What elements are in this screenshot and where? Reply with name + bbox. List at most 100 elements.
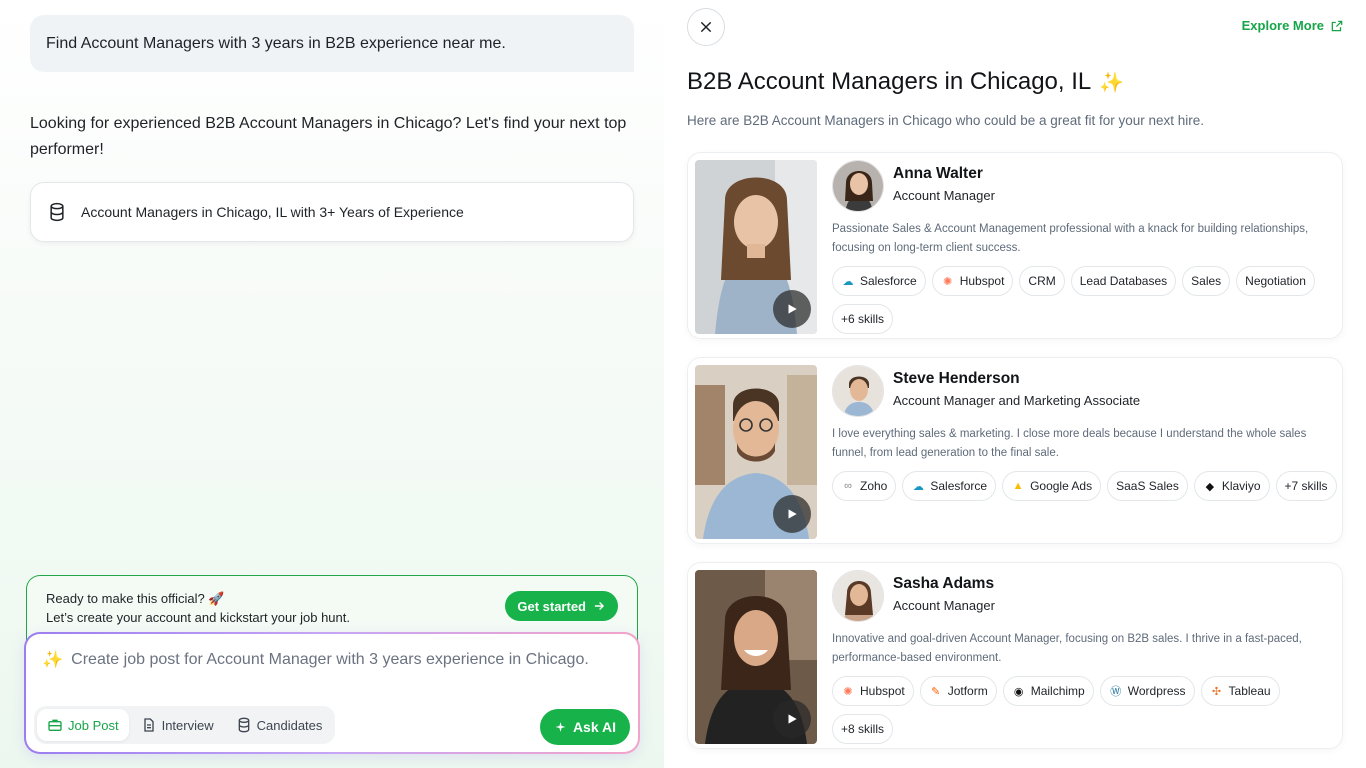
- more-skills-chip[interactable]: +7 skills: [1275, 471, 1337, 501]
- wordpress-icon: Ⓦ: [1110, 686, 1122, 698]
- klaviyo-icon: ◆: [1205, 480, 1215, 493]
- skill-chip[interactable]: ✺ Hubspot: [931, 266, 1014, 296]
- database-icon: [50, 202, 64, 222]
- more-skills-label: +8 skills: [841, 722, 885, 736]
- skill-label: Lead Databases: [1079, 274, 1168, 288]
- hubspot-icon: ✺: [943, 275, 953, 288]
- candidate-name[interactable]: Steve Henderson: [893, 370, 1020, 388]
- results-panel: Explore More B2B Account Managers in Chi…: [664, 0, 1366, 768]
- play-button[interactable]: [773, 290, 811, 328]
- salesforce-icon: ☁: [912, 480, 924, 493]
- skill-chip[interactable]: ☁ Salesforce: [832, 266, 926, 296]
- play-icon: [788, 714, 797, 724]
- skill-label: Hubspot: [959, 274, 1005, 288]
- skill-label: Mailchimp: [1030, 684, 1085, 698]
- prompt-input[interactable]: ✨ Create job post for Account Manager wi…: [42, 650, 622, 670]
- briefcase-icon: [48, 719, 62, 731]
- get-started-button[interactable]: Get started: [505, 591, 618, 621]
- get-started-label: Get started: [517, 598, 586, 614]
- salesforce-icon: ☁: [842, 275, 854, 288]
- skill-label: SaaS Sales: [1116, 479, 1179, 493]
- skill-chip[interactable]: ☁ Salesforce: [902, 471, 997, 501]
- prompt-composer: ✨ Create job post for Account Manager wi…: [24, 632, 640, 754]
- skill-label: Wordpress: [1127, 684, 1186, 698]
- candidate-bio: Innovative and goal-driven Account Manag…: [832, 633, 1302, 664]
- skill-label: Hubspot: [860, 684, 905, 698]
- tab-interview[interactable]: Interview: [131, 709, 224, 741]
- document-icon: [143, 718, 154, 732]
- sparkle-icon: [555, 721, 566, 732]
- tab-job-post[interactable]: Job Post: [37, 709, 129, 741]
- skill-chip[interactable]: Sales: [1182, 266, 1231, 296]
- skill-list: ☁ Salesforce ✺ Hubspot CRM Lead Databases …: [832, 266, 1337, 334]
- skill-chip[interactable]: ✺ Hubspot: [832, 676, 914, 706]
- skill-list: ✺ Hubspot ✎ Jotform ◉ Mailchimp Ⓦ Wordpress …: [832, 676, 1337, 744]
- skill-chip[interactable]: ◆ Klaviyo: [1193, 471, 1270, 501]
- candidate-name[interactable]: Anna Walter: [893, 165, 983, 183]
- ask-ai-button[interactable]: Ask AI: [539, 709, 630, 745]
- skill-chip[interactable]: ✣ Tableau: [1200, 676, 1280, 706]
- tab-candidates[interactable]: Candidates: [226, 709, 333, 741]
- sparkle-icon: ✨: [42, 650, 64, 669]
- zoho-icon: ∞: [844, 480, 852, 492]
- candidate-role: Account Manager and Marketing Associate: [893, 393, 1141, 408]
- ask-ai-label: Ask AI: [572, 719, 616, 735]
- skill-label: Klaviyo: [1221, 479, 1261, 493]
- play-button[interactable]: [773, 700, 811, 738]
- dataset-label: Account Managers in Chicago, IL with 3+ …: [81, 204, 464, 220]
- skill-label: Tableau: [1228, 684, 1271, 698]
- play-icon: [788, 304, 797, 314]
- play-button[interactable]: [773, 495, 811, 533]
- tableau-icon: ✣: [1211, 685, 1222, 698]
- user-message: Find Account Managers with 3 years in B2…: [30, 15, 634, 72]
- more-skills-chip[interactable]: +8 skills: [832, 714, 894, 744]
- skill-chip[interactable]: ▲ Google Ads: [1002, 471, 1102, 501]
- avatar: [832, 365, 884, 417]
- close-icon: [700, 21, 712, 33]
- candidate-card[interactable]: Steve Henderson Account Manager and Mark…: [687, 357, 1343, 544]
- tab-candidates-label: Candidates: [256, 717, 323, 733]
- assistant-message: Looking for experienced B2B Account Mana…: [30, 115, 627, 158]
- video-thumbnail[interactable]: [695, 365, 817, 539]
- dataset-result-card[interactable]: Account Managers in Chicago, IL with 3+ …: [30, 182, 634, 242]
- more-skills-chip[interactable]: +6 skills: [832, 304, 894, 334]
- skill-chip[interactable]: ∞ Zoho: [832, 471, 897, 501]
- more-skills-label: +6 skills: [841, 312, 885, 326]
- arrow-right-icon: [594, 602, 605, 610]
- candidate-card[interactable]: Sasha Adams Account Manager Innovative a…: [687, 562, 1343, 749]
- video-thumbnail[interactable]: [695, 160, 817, 334]
- skill-label: Salesforce: [930, 479, 988, 493]
- candidate-bio: Passionate Sales & Account Management pr…: [832, 223, 1309, 254]
- tab-interview-label: Interview: [161, 717, 214, 733]
- page-title-text: B2B Account Managers in Chicago, IL: [687, 68, 1092, 95]
- skill-chip[interactable]: Negotiation: [1236, 266, 1315, 296]
- candidate-card[interactable]: Anna Walter Account Manager Passionate S…: [687, 152, 1343, 339]
- skill-label: Google Ads: [1030, 479, 1093, 493]
- explore-more-link[interactable]: Explore More: [1242, 18, 1344, 33]
- mode-tabs: Job Post Interview Candidates: [34, 706, 336, 744]
- skill-label: Jotform: [947, 684, 988, 698]
- jotform-icon: ✎: [931, 685, 941, 698]
- skill-label: CRM: [1028, 274, 1056, 288]
- more-skills-label: +7 skills: [1284, 479, 1328, 493]
- explore-more-label: Explore More: [1241, 18, 1324, 33]
- mailchimp-icon: ◉: [1013, 685, 1024, 698]
- play-icon: [788, 509, 797, 519]
- skill-chip[interactable]: Ⓦ Wordpress: [1099, 676, 1195, 706]
- skill-label: Sales: [1191, 274, 1222, 288]
- skill-chip[interactable]: CRM: [1019, 266, 1065, 296]
- close-button[interactable]: [687, 8, 725, 46]
- skill-chip[interactable]: ✎ Jotform: [919, 676, 997, 706]
- database-icon: [238, 717, 249, 733]
- skill-chip[interactable]: SaaS Sales: [1107, 471, 1188, 501]
- candidate-name[interactable]: Sasha Adams: [893, 575, 994, 593]
- skill-chip[interactable]: Lead Databases: [1070, 266, 1177, 296]
- skill-label: Zoho: [860, 479, 888, 493]
- skill-label: Negotiation: [1245, 274, 1306, 288]
- user-message-text: Find Account Managers with 3 years in B2…: [46, 34, 506, 52]
- skill-chip[interactable]: ◉ Mailchimp: [1002, 676, 1094, 706]
- external-link-icon: [1331, 20, 1343, 31]
- video-thumbnail[interactable]: [695, 570, 817, 744]
- candidate-role: Account Manager: [893, 188, 995, 203]
- google-ads-icon: ▲: [1012, 480, 1024, 492]
